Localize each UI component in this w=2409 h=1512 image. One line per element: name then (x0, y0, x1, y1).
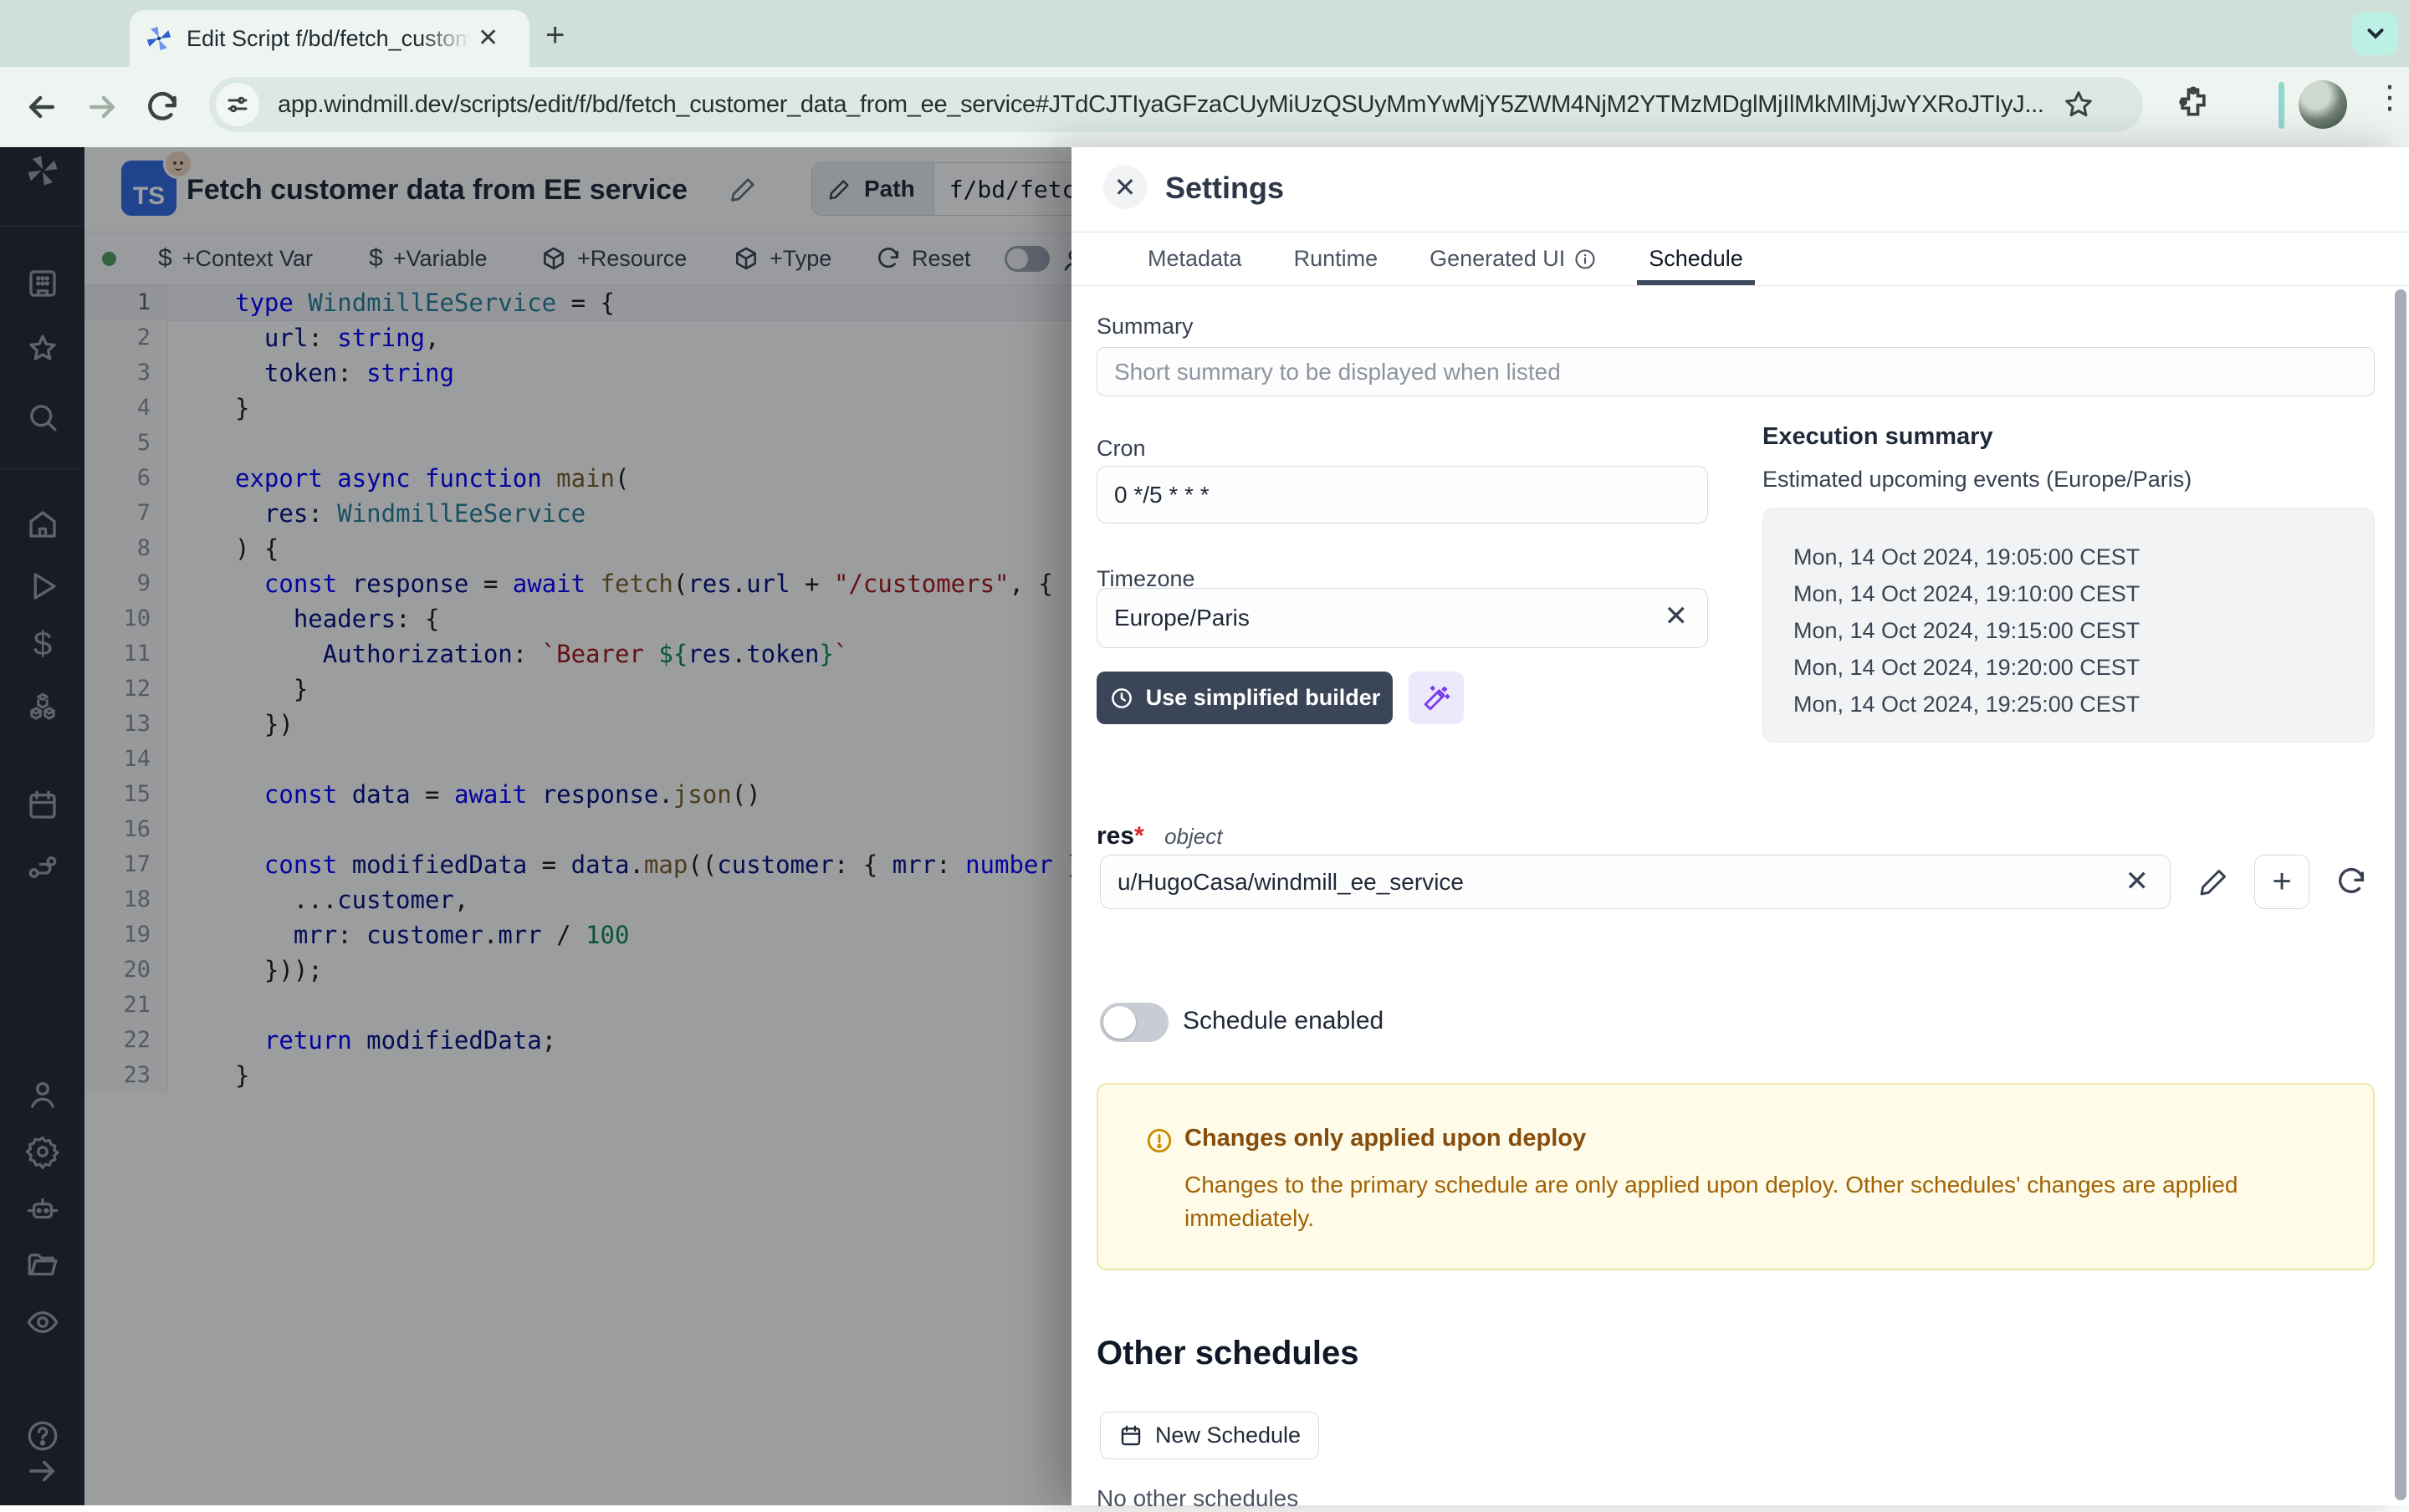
tab-title: Edit Script f/bd/fetch_custom (187, 26, 471, 52)
bookmark-star-icon[interactable] (2063, 89, 2094, 120)
close-icon: ✕ (1114, 171, 1137, 203)
profile-avatar[interactable] (2299, 80, 2347, 129)
settings-tab-runtime[interactable]: Runtime (1294, 232, 1378, 285)
res-field-type: object (1164, 824, 1222, 849)
clear-timezone-icon[interactable]: ✕ (1665, 600, 1689, 633)
browser-toolbar: app.windmill.dev/scripts/edit/f/bd/fetch… (0, 67, 2409, 147)
alert-circle-icon (1145, 1126, 1174, 1155)
close-settings-button[interactable]: ✕ (1103, 166, 1147, 209)
no-other-schedules-text: No other schedules (1097, 1485, 1298, 1512)
clear-resource-icon[interactable]: ✕ (2125, 865, 2150, 898)
settings-drawer: ✕ Settings Metadata Runtime Generated UI Sc… (1072, 147, 2409, 1505)
tab-close-icon[interactable]: ✕ (478, 26, 499, 51)
forward-button[interactable] (84, 89, 120, 125)
add-resource-plus-button[interactable]: + (2254, 855, 2309, 909)
warning-body: Changes to the primary schedule are only… (1184, 1168, 2330, 1235)
settings-tabs: Metadata Runtime Generated UI Schedule (1148, 232, 1743, 285)
url-bar[interactable]: app.windmill.dev/scripts/edit/f/bd/fetch… (209, 77, 2143, 132)
browser-menu-icon[interactable]: ⋮ (2374, 79, 2406, 116)
schedule-enabled-toggle[interactable] (1100, 1003, 1169, 1042)
refresh-resource-icon[interactable] (2335, 865, 2368, 898)
deploy-warning-box: Changes only applied upon deploy Changes… (1097, 1083, 2375, 1270)
settings-title: Settings (1165, 171, 1284, 206)
extensions-icon[interactable] (2175, 84, 2212, 120)
windmill-app: $ TS (0, 147, 2409, 1505)
required-asterisk: * (1134, 822, 1144, 850)
calendar-icon (1118, 1423, 1143, 1448)
upcoming-event: Mon, 14 Oct 2024, 19:20:00 CEST (1793, 649, 2374, 686)
execution-summary-title: Execution summary (1762, 423, 1993, 451)
settings-tab-schedule[interactable]: Schedule (1649, 232, 1743, 285)
favicon-windmill-icon (145, 24, 173, 53)
timezone-input[interactable] (1097, 588, 1708, 648)
upcoming-event: Mon, 14 Oct 2024, 19:10:00 CEST (1793, 575, 2374, 612)
back-button[interactable] (23, 89, 60, 125)
browser-chrome: Edit Script f/bd/fetch_custom ✕ + app.wi… (0, 0, 2409, 147)
upcoming-event: Mon, 14 Oct 2024, 19:25:00 CEST (1793, 686, 2374, 723)
resource-input[interactable] (1100, 855, 2171, 909)
edit-resource-icon[interactable] (2197, 865, 2231, 898)
url-text[interactable]: app.windmill.dev/scripts/edit/f/bd/fetch… (278, 91, 2059, 119)
upcoming-event: Mon, 14 Oct 2024, 19:05:00 CEST (1793, 539, 2374, 575)
execution-summary-subtitle: Estimated upcoming events (Europe/Paris) (1762, 467, 2192, 493)
tab-strip: Edit Script f/bd/fetch_custom ✕ + (0, 0, 2409, 67)
new-schedule-button[interactable]: New Schedule (1100, 1412, 1319, 1459)
upcoming-event: Mon, 14 Oct 2024, 19:15:00 CEST (1793, 612, 2374, 649)
site-info-icon[interactable] (216, 83, 259, 126)
other-schedules-title: Other schedules (1097, 1335, 1358, 1372)
clock-icon (1109, 686, 1134, 711)
cron-label: Cron (1097, 436, 1146, 462)
simplified-builder-button[interactable]: Use simplified builder (1097, 672, 1393, 724)
cron-input[interactable] (1097, 466, 1708, 524)
browser-tab[interactable]: Edit Script f/bd/fetch_custom ✕ (130, 10, 529, 67)
schedule-enabled-label: Schedule enabled (1183, 1007, 1384, 1035)
new-tab-button[interactable]: + (545, 18, 565, 52)
summary-input[interactable] (1097, 347, 2375, 396)
reload-button[interactable] (144, 89, 181, 125)
chevron-down-icon (2363, 21, 2388, 46)
modal-overlay[interactable] (0, 147, 1072, 1505)
info-icon (1573, 248, 1597, 271)
drawer-scrollbar[interactable] (2395, 289, 2406, 1500)
warning-title: Changes only applied upon deploy (1184, 1125, 1586, 1152)
profile-divider (2279, 82, 2284, 129)
ai-wand-button[interactable] (1409, 672, 1464, 724)
divider (1072, 285, 2409, 286)
res-field-label: res* object (1097, 822, 1222, 850)
settings-tab-metadata[interactable]: Metadata (1148, 232, 1242, 285)
tab-search-button[interactable] (2352, 12, 2398, 55)
summary-label: Summary (1097, 314, 1194, 340)
settings-tab-generated-ui[interactable]: Generated UI (1430, 232, 1597, 285)
wand-sparkles-icon (1422, 684, 1450, 713)
upcoming-events-panel: Mon, 14 Oct 2024, 19:05:00 CESTMon, 14 O… (1762, 508, 2375, 743)
